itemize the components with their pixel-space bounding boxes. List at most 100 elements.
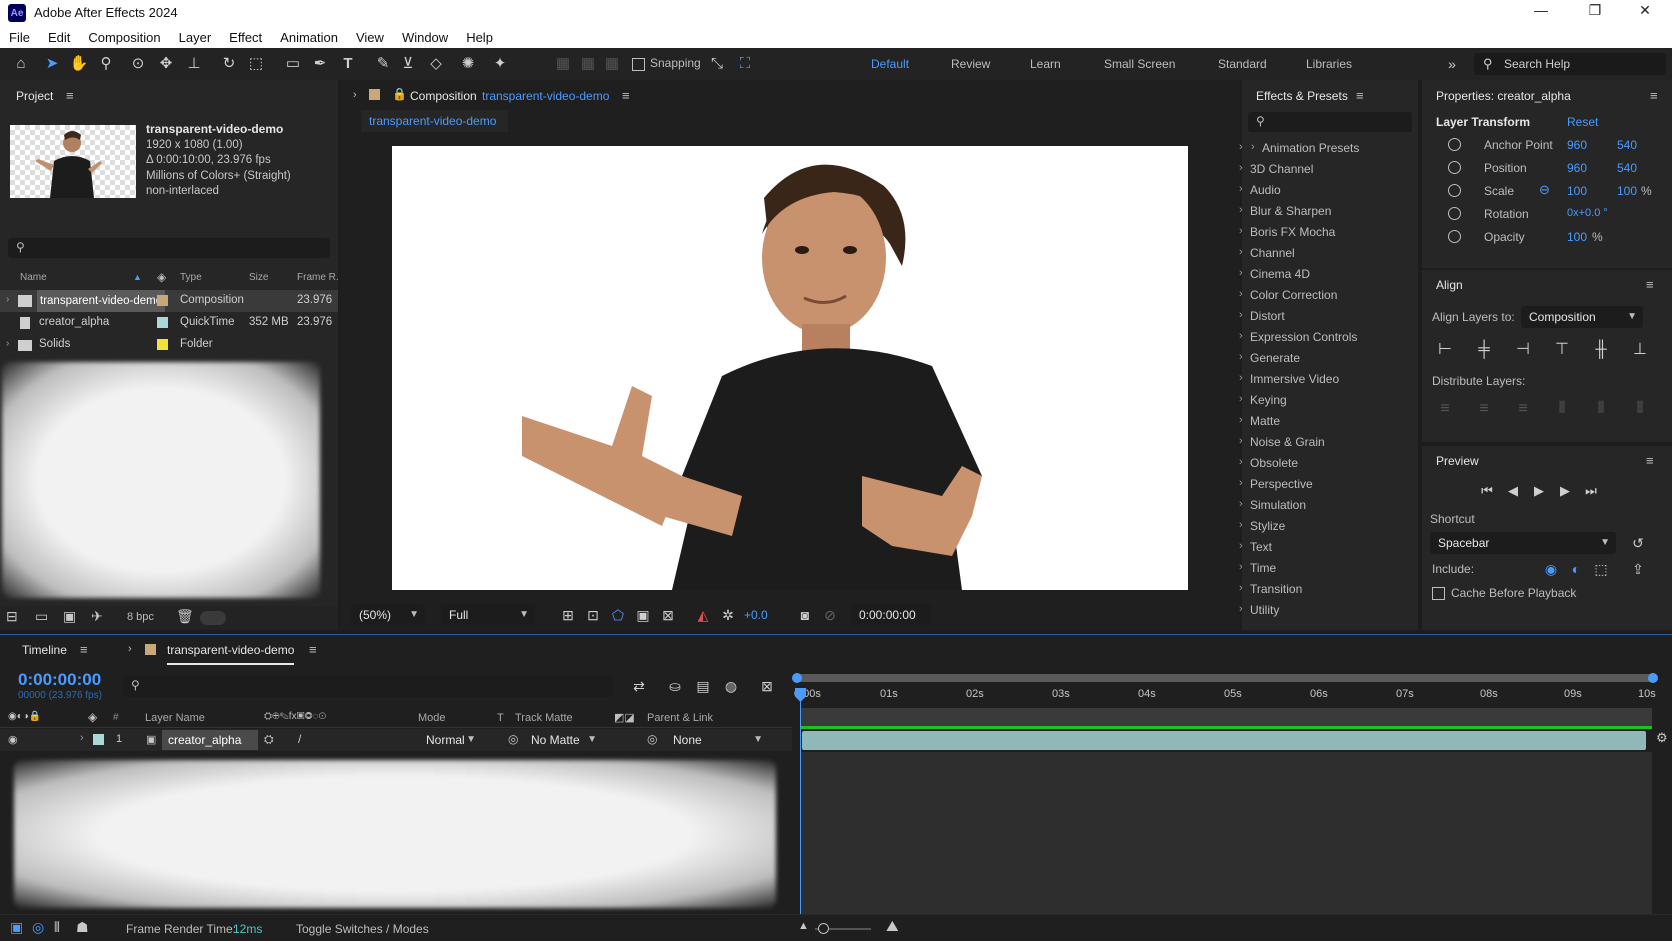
scale-y[interactable]: 100	[1617, 184, 1637, 198]
column-name[interactable]: Name	[20, 272, 47, 283]
effects-category[interactable]: › Stylize	[1239, 519, 1285, 533]
expand-chevron-icon[interactable]: ›	[6, 294, 9, 305]
project-row[interactable]: › transparent-video-demo Composition 23.…	[0, 290, 338, 312]
panel-menu-icon[interactable]: ≡	[622, 88, 630, 103]
navigator-range[interactable]	[796, 674, 1654, 682]
fast-previews-icon[interactable]: ⊞	[557, 604, 579, 626]
timeline-track-area[interactable]	[800, 752, 1652, 914]
stopwatch-icon[interactable]	[1448, 184, 1461, 197]
align-to-dropdown[interactable]: Composition ▼	[1521, 306, 1643, 328]
composition-name[interactable]: transparent-video-demo	[482, 89, 609, 103]
blend-mode-dropdown[interactable]: Normal ▼	[418, 730, 482, 750]
reset-exposure-icon[interactable]: ✲	[717, 604, 739, 626]
resolution-dropdown[interactable]: Full ▼	[441, 604, 535, 626]
workspace-review[interactable]: Review	[951, 57, 990, 71]
column-track-matte[interactable]: Track Matte	[515, 712, 573, 724]
panel-menu-icon[interactable]: ≡	[66, 88, 74, 103]
effects-panel-title[interactable]: Effects & Presets	[1256, 89, 1348, 103]
effects-category[interactable]: › Blur & Sharpen	[1239, 204, 1331, 218]
motion-blur-icon[interactable]: ◍	[720, 675, 742, 697]
collapse-transform-icon[interactable]: ⛭	[264, 732, 274, 747]
snap-target-icon[interactable]: ⛶	[735, 54, 755, 74]
anchor-point-y[interactable]: 540	[1617, 138, 1637, 152]
rotation-value[interactable]: 0x+0.0 °	[1567, 207, 1608, 219]
panel-menu-icon[interactable]: ≡	[80, 642, 88, 657]
switches-icons[interactable]: ⛭⊕✎fx▣◎◌⊙	[264, 711, 326, 722]
column-parent-link[interactable]: Parent & Link	[647, 712, 713, 724]
work-area-range[interactable]	[800, 726, 1652, 729]
effects-category[interactable]: › Obsolete	[1239, 456, 1298, 470]
search-help-input[interactable]: ⚲ Search Help	[1474, 53, 1666, 75]
navigator-end-handle[interactable]	[1648, 673, 1658, 683]
composition-tab[interactable]: transparent-video-demo	[361, 110, 508, 132]
lock-icon[interactable]: 🔒	[392, 87, 407, 101]
current-time-display[interactable]: 0:00:00:00	[851, 604, 931, 626]
expand-chevron-icon[interactable]: ›	[6, 338, 9, 349]
label-tag-icon[interactable]: ◈	[157, 270, 166, 284]
column-size[interactable]: Size	[249, 272, 268, 283]
timeline-panel-title[interactable]: Timeline	[22, 643, 67, 657]
pan-behind-icon[interactable]: ⬚	[246, 54, 266, 74]
eraser-tool-icon[interactable]: ◇	[426, 54, 446, 74]
effects-category[interactable]: › Keying	[1239, 393, 1287, 407]
preview-panel-title[interactable]: Preview	[1436, 454, 1479, 468]
align-vertical-center-icon[interactable]: ╫	[1590, 339, 1612, 361]
exposure-value[interactable]: +0.0	[744, 608, 768, 622]
show-snapshot-icon[interactable]: ⊘	[819, 604, 841, 626]
parent-dropdown[interactable]: None ▼	[665, 730, 769, 750]
effects-category[interactable]: › Generate	[1239, 351, 1300, 365]
new-folder-icon[interactable]: ▭	[35, 608, 48, 625]
effects-category[interactable]: › Matte	[1239, 414, 1280, 428]
last-frame-icon[interactable]: ⏭	[1580, 480, 1602, 502]
menu-layer[interactable]: Layer	[179, 30, 212, 45]
timeline-comp-tab[interactable]: transparent-video-demo	[167, 643, 295, 665]
stopwatch-icon[interactable]	[1448, 138, 1461, 151]
frame-blending-icon[interactable]: ▤	[692, 675, 714, 697]
effects-category[interactable]: › 3D Channel	[1239, 162, 1313, 176]
label-color-swatch[interactable]	[93, 734, 104, 745]
transfer-controls-icon[interactable]: ◎	[32, 919, 44, 936]
camera-pan-icon[interactable]: ✥	[156, 54, 176, 74]
menu-effect[interactable]: Effect	[229, 30, 262, 45]
expand-chevron-icon[interactable]: ›	[80, 732, 84, 744]
menu-edit[interactable]: Edit	[48, 30, 70, 45]
transparency-grid-icon[interactable]: ⊡	[582, 604, 604, 626]
timeline-search-input[interactable]: ⚲	[123, 676, 613, 697]
work-area-bar[interactable]	[800, 708, 1652, 728]
menu-file[interactable]: File	[9, 30, 30, 45]
workspace-small-screen[interactable]: Small Screen	[1104, 57, 1175, 71]
channel-rgb-icon[interactable]: ◭	[692, 604, 714, 626]
column-mode[interactable]: Mode	[418, 712, 446, 724]
effects-category[interactable]: › Distort	[1239, 309, 1285, 323]
include-audio-icon[interactable]: ◐	[1565, 558, 1587, 580]
label-color-swatch[interactable]	[157, 317, 168, 328]
clone-stamp-icon[interactable]: ⊻	[398, 54, 418, 74]
panel-menu-icon[interactable]: ≡	[1646, 277, 1654, 292]
layer-duration-bar[interactable]	[802, 731, 1646, 750]
stopwatch-icon[interactable]	[1448, 207, 1461, 220]
hand-tool-icon[interactable]: ✋	[69, 54, 89, 74]
include-video-icon[interactable]: ◉	[1540, 558, 1562, 580]
zoom-dropdown[interactable]: (50%) ▼	[351, 604, 425, 626]
previous-frame-icon[interactable]: ◀	[1502, 480, 1524, 502]
align-left-icon[interactable]: ⊢	[1434, 339, 1456, 361]
menu-composition[interactable]: Composition	[88, 30, 160, 45]
menu-window[interactable]: Window	[402, 30, 448, 45]
effects-category[interactable]: › Perspective	[1239, 477, 1313, 491]
panel-menu-icon[interactable]: ≡	[1646, 453, 1654, 468]
stopwatch-icon[interactable]	[1448, 161, 1461, 174]
roto-brush-icon[interactable]: ✺	[458, 54, 478, 74]
project-row[interactable]: › Solids Folder	[0, 334, 338, 356]
position-x[interactable]: 960	[1567, 161, 1587, 175]
effects-category[interactable]: › Noise & Grain	[1239, 435, 1325, 449]
render-queue-icon[interactable]: ✈	[91, 608, 103, 625]
puppet-pin-icon[interactable]: ✦	[490, 54, 510, 74]
next-frame-icon[interactable]: ▶	[1554, 480, 1576, 502]
menu-view[interactable]: View	[356, 30, 384, 45]
align-bottom-icon[interactable]: ⊥	[1629, 339, 1651, 361]
effects-category[interactable]: › Simulation	[1239, 498, 1306, 512]
effects-category[interactable]: › Time	[1239, 561, 1276, 575]
align-panel-title[interactable]: Align	[1436, 278, 1463, 292]
column-t[interactable]: T	[497, 712, 504, 724]
include-overlays-icon[interactable]: ⬚	[1590, 558, 1612, 580]
